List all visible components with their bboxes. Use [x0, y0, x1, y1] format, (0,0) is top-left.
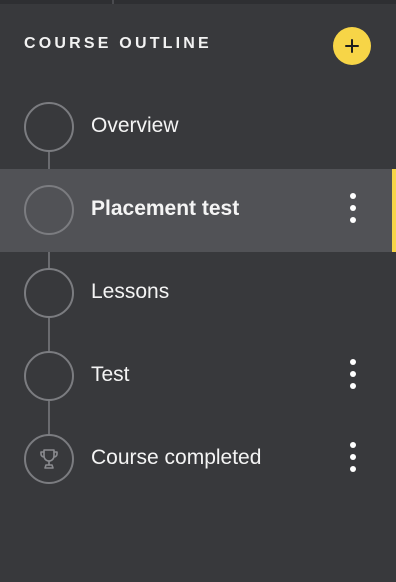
outline-step-placement-test[interactable]: Placement test — [0, 169, 396, 252]
step-menu-button[interactable] — [340, 193, 366, 227]
step-status-circle — [24, 185, 74, 235]
plus-icon — [345, 39, 359, 53]
step-status-circle — [24, 351, 74, 401]
step-status-circle — [24, 268, 74, 318]
trophy-icon — [40, 449, 58, 469]
add-step-button[interactable] — [333, 27, 371, 65]
step-menu-button[interactable] — [340, 442, 366, 476]
more-vertical-icon — [350, 442, 356, 448]
outline-step-test[interactable]: Test — [0, 335, 396, 418]
outline-step-course-completed[interactable]: Course completed — [0, 418, 396, 501]
more-vertical-icon-dot — [350, 383, 356, 389]
step-status-circle — [24, 434, 74, 484]
more-vertical-icon-dot — [350, 454, 356, 460]
more-vertical-icon-dot — [350, 217, 356, 223]
step-status-circle — [24, 102, 74, 152]
step-label: Overview — [91, 114, 179, 137]
more-vertical-icon-dot — [350, 371, 356, 377]
step-label: Placement test — [91, 197, 240, 220]
more-vertical-icon-dot — [350, 466, 356, 472]
step-label: Course completed — [91, 446, 262, 469]
outline-step-overview[interactable]: Overview — [0, 86, 396, 169]
more-vertical-icon — [350, 193, 356, 199]
step-label: Test — [91, 363, 130, 386]
more-vertical-icon — [350, 359, 356, 365]
more-vertical-icon-dot — [350, 205, 356, 211]
step-menu-button[interactable] — [340, 359, 366, 393]
selected-indicator — [392, 169, 396, 252]
course-outline-header: COURSE OUTLINE — [0, 0, 396, 90]
step-label: Lessons — [91, 280, 170, 303]
section-title: COURSE OUTLINE — [24, 35, 212, 52]
outline-step-lessons[interactable]: Lessons — [0, 252, 396, 335]
